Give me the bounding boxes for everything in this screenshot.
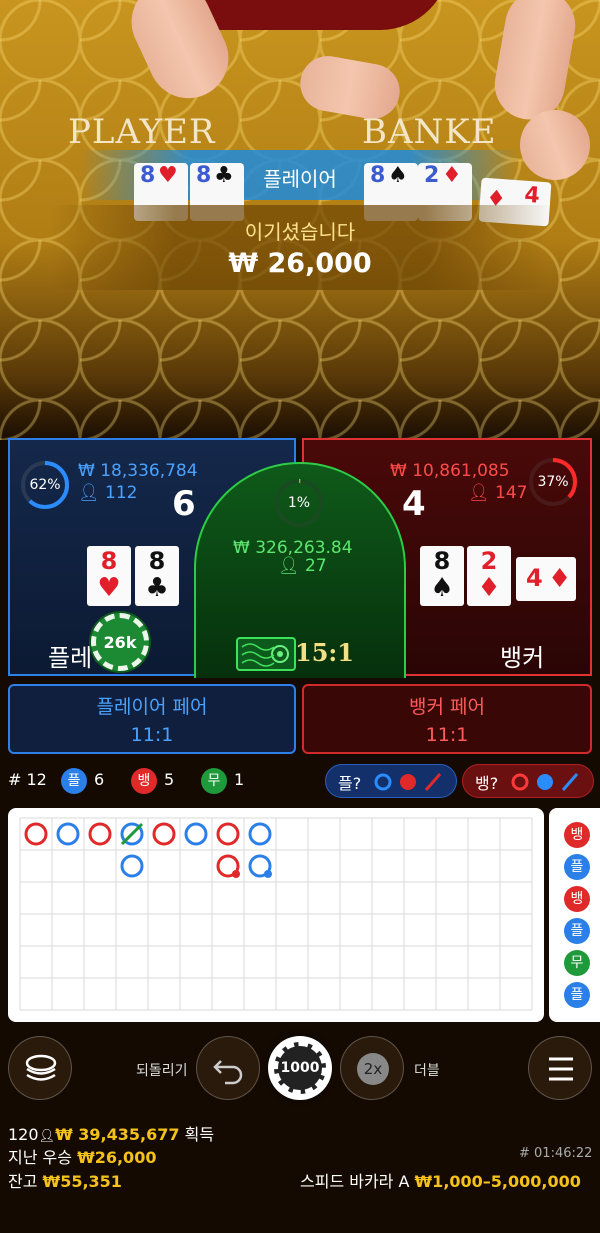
person-icon: 👤︎ <box>78 483 100 503</box>
road-side-badge: 플 <box>564 918 590 944</box>
balance-line: 잔고 ₩55,351 <box>8 1172 122 1191</box>
banker-percent: 37% <box>537 474 569 490</box>
tie-chip-icon <box>236 637 296 671</box>
total-winnings: ₩ 39,435,677 <box>55 1125 180 1144</box>
road-result-marker <box>248 822 272 846</box>
road-side-column: 뱅플뱅플무플 <box>549 808 600 1022</box>
predict-banker-button[interactable]: 뱅? <box>462 764 594 798</box>
road-side-badge: 플 <box>564 982 590 1008</box>
table-info[interactable]: 스피드 바카라 A ₩1,000–5,000,000 <box>300 1168 581 1192</box>
table-print-banker: BANKE <box>362 112 497 152</box>
road-pair-dot <box>232 870 240 878</box>
player-bet-total: ₩ 18,336,784 <box>78 461 198 481</box>
banker-count-badge: 뱅 <box>131 768 157 794</box>
player-pair-label: 플레이어 페어 <box>96 696 208 718</box>
tie-bet-total: ₩ 326,263.84 <box>233 538 353 558</box>
table-print-player: PLAYER <box>68 112 216 152</box>
road-pair-dot <box>264 870 272 878</box>
banker-bettor-count: 👤︎ 147 <box>468 483 528 503</box>
winner-label: 플레이어 <box>263 167 337 191</box>
bead-road-scoreboard <box>8 808 544 1022</box>
player-bettor-count: 👤︎ 112 <box>78 483 138 503</box>
dealer-right-arm <box>489 0 581 126</box>
tie-count-badge: 무 <box>201 768 227 794</box>
online-count: 120 <box>8 1125 39 1144</box>
player-card: 8 ♣ <box>135 546 179 606</box>
banker-pair-label: 뱅커 페어 <box>409 696 485 718</box>
game-summary-line: 120👤︎₩ 39,435,677 획득 <box>8 1121 214 1145</box>
double-button[interactable]: 2x <box>340 1036 404 1100</box>
chip-stack-button[interactable] <box>8 1036 72 1100</box>
win-amount: ₩ 26,000 <box>228 248 372 279</box>
bet-spot-player-pair[interactable]: 플레이어 페어 11:1 <box>8 684 296 754</box>
undo-button[interactable] <box>196 1036 260 1100</box>
road-result-marker <box>216 822 240 846</box>
round-counter: # 12 <box>8 770 47 789</box>
balance-amount: ₩55,351 <box>42 1172 122 1191</box>
road-side-badge: 무 <box>564 950 590 976</box>
road-side-badge: 플 <box>564 854 590 880</box>
banker-score: 4 <box>402 484 426 524</box>
last-win-line: 지난 우승 ₩26,000 <box>8 1148 157 1167</box>
bet-spot-banker-pair[interactable]: 뱅커 페어 11:1 <box>302 684 592 754</box>
player-card: 8 ♥ <box>87 546 131 606</box>
hamburger-icon <box>549 1057 573 1081</box>
person-icon: 👤︎ <box>468 483 490 503</box>
banker-card: 2 ♦ <box>467 546 511 606</box>
selected-chip-1000[interactable]: 1000 <box>268 1036 332 1100</box>
predict-player-button[interactable]: 플? <box>325 764 457 798</box>
banker-card: 8 ♠ <box>420 546 464 606</box>
banker-card: 4 ♦ <box>516 557 576 601</box>
last-win-amount: ₩26,000 <box>77 1148 157 1167</box>
player-score: 6 <box>172 484 196 524</box>
road-side-badge: 뱅 <box>564 822 590 848</box>
road-result-marker <box>56 822 80 846</box>
predict-banker-symbols <box>511 773 579 791</box>
table-name: 스피드 바카라 A <box>300 1172 410 1191</box>
player-pair-payout: 11:1 <box>130 724 174 746</box>
live-video-feed: PLAYER BANKE 8 ♥ 8 ♣ 8 ♠ 2 ♦ 4 ♦ 플레이어 이기셨습니다 … <box>0 0 600 440</box>
chip-stack-icon <box>25 1054 57 1081</box>
predict-player-symbols <box>374 773 442 791</box>
double-label: 더블 <box>414 1063 440 1079</box>
tie-win-count: 1 <box>234 770 245 789</box>
banker-win-count: 5 <box>164 770 175 789</box>
person-icon: 👤︎ <box>278 556 300 576</box>
player-percent: 62% <box>29 477 61 493</box>
road-result-marker <box>152 822 176 846</box>
player-win-count: 6 <box>94 770 105 789</box>
round-id: # 01:46:22 <box>519 1146 593 1161</box>
banker-pair-payout: 11:1 <box>425 724 469 746</box>
tie-percent: 1% <box>287 495 311 511</box>
road-side-badge: 뱅 <box>564 886 590 912</box>
tie-payout: 15:1 <box>295 638 354 667</box>
road-result-marker <box>24 822 48 846</box>
undo-icon <box>213 1060 243 1085</box>
road-grid <box>19 817 533 1011</box>
menu-button[interactable] <box>528 1036 592 1100</box>
placed-chip: 26k <box>91 613 149 671</box>
road-result-marker <box>88 822 112 846</box>
banker-label: 뱅커 <box>500 644 545 672</box>
person-icon: 👤︎ <box>38 1129 56 1144</box>
banker-bet-total: ₩ 10,861,085 <box>390 461 510 481</box>
double-icon: 2x <box>357 1053 389 1085</box>
total-winnings-suffix: 획득 <box>184 1125 215 1144</box>
player-count-badge: 플 <box>61 768 87 794</box>
undo-label: 되돌리기 <box>136 1063 188 1079</box>
road-result-marker <box>184 822 208 846</box>
win-message: 이기셨습니다 <box>244 220 356 244</box>
road-result-marker <box>120 854 144 878</box>
tie-bettor-count: 👤︎ 27 <box>278 556 327 576</box>
table-limits: ₩1,000–5,000,000 <box>414 1172 581 1191</box>
